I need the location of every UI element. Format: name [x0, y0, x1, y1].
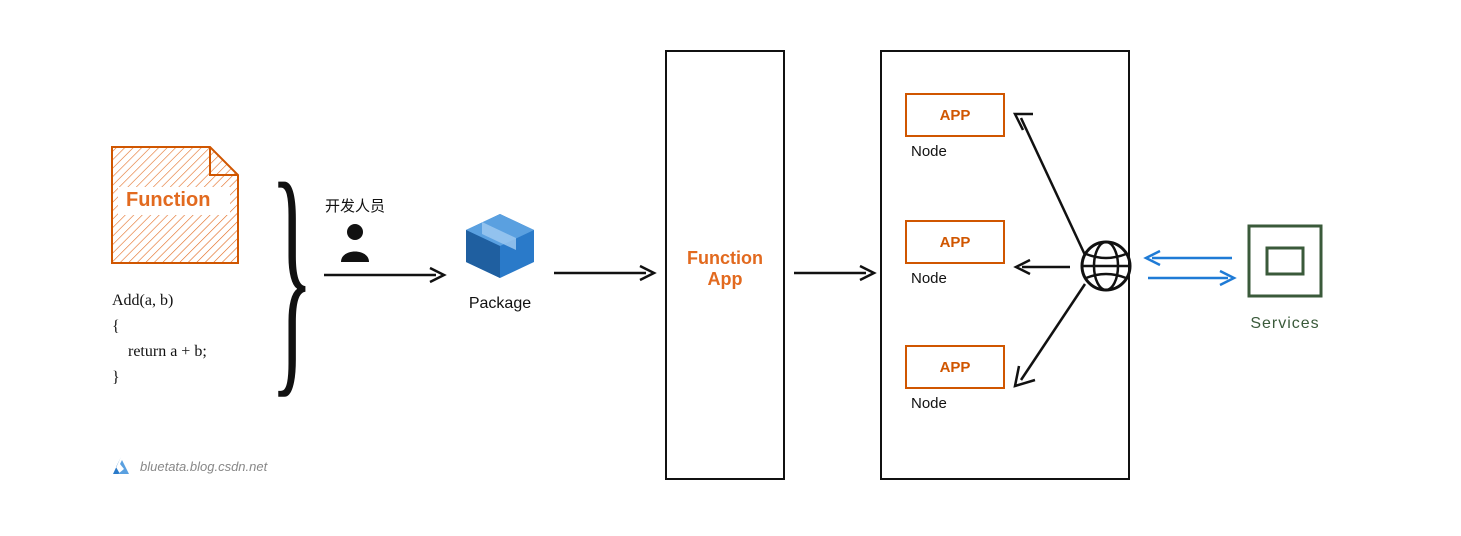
- package-label: Package: [460, 295, 540, 313]
- function-app-label: Function App: [665, 248, 785, 290]
- box-icon: [460, 210, 540, 282]
- function-app-text1: Function: [665, 248, 785, 269]
- services-label: Services: [1245, 315, 1325, 333]
- app-box: APP: [905, 220, 1005, 264]
- services: Services: [1245, 222, 1325, 333]
- developer-label: 开发人员: [325, 195, 385, 216]
- package: Package: [460, 210, 540, 313]
- person-icon: [337, 222, 373, 262]
- function-title: Function: [126, 189, 210, 212]
- node-block: APP Node: [905, 220, 1015, 287]
- arrow-icon: [1005, 100, 1095, 260]
- arrow-icon: [790, 258, 880, 288]
- bidirectional-arrow-icon: [1140, 244, 1240, 294]
- developer: 开发人员: [325, 195, 385, 262]
- app-box: APP: [905, 345, 1005, 389]
- node-block: APP Node: [905, 93, 1015, 160]
- arrow-icon: [1008, 252, 1078, 282]
- node-label: Node: [905, 395, 1015, 412]
- watermark: bluetata.blog.csdn.net: [110, 455, 267, 477]
- globe-icon: [1078, 238, 1134, 299]
- services-icon: [1245, 222, 1325, 300]
- node-label: Node: [905, 270, 1015, 287]
- arrow-icon: [550, 258, 660, 288]
- function-document: Function: [110, 145, 240, 270]
- arrow-icon: [320, 260, 450, 290]
- function-app-text2: App: [665, 269, 785, 290]
- azure-logo-icon: [110, 455, 132, 477]
- node-label: Node: [905, 143, 1015, 160]
- node-block: APP Node: [905, 345, 1015, 412]
- app-box: APP: [905, 93, 1005, 137]
- watermark-text: bluetata.blog.csdn.net: [140, 459, 267, 474]
